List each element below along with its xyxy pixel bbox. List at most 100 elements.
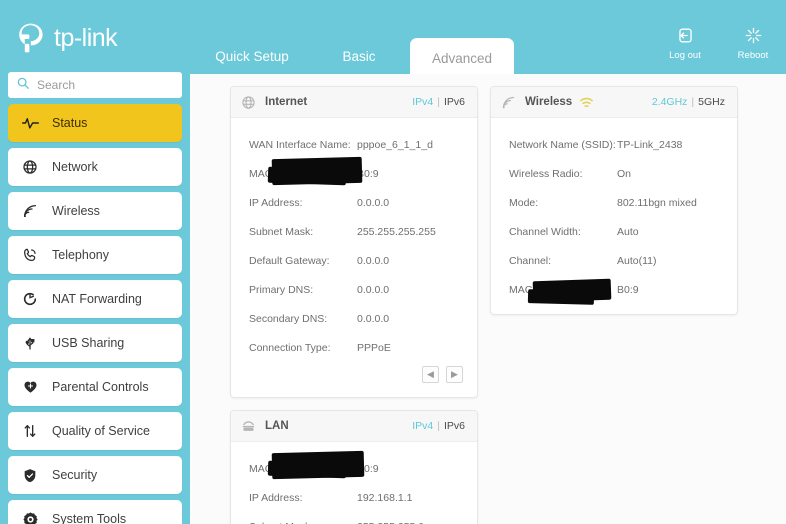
info-row: Wireless Radio: On [491, 159, 737, 188]
info-row: Connection Type: PPPoE [231, 333, 477, 362]
sidebar-item-label: Wireless [52, 204, 100, 218]
logout-icon [660, 26, 710, 48]
row-value: On [617, 167, 632, 180]
info-row: Network Name (SSID): TP-Link_2438 [491, 130, 737, 159]
status-cards-row: Internet IPv4 | IPv6 WAN Interface Name:… [230, 86, 772, 398]
globe-icon [8, 159, 52, 175]
internet-card-title: Internet [265, 96, 308, 108]
sidebar-item-wireless[interactable]: Wireless [8, 192, 182, 230]
row-label: Secondary DNS: [249, 312, 328, 325]
app-header: tp-link Quick Setup Basic Advanced Log o… [0, 0, 786, 74]
toggle-separator: | [437, 420, 440, 432]
row-value: B0:9 [617, 283, 639, 296]
sidebar-item-label: System Tools [52, 512, 127, 524]
tab-basic[interactable]: Basic [308, 49, 410, 75]
router-admin-page: tp-link Quick Setup Basic Advanced Log o… [0, 0, 786, 524]
sidebar-item-security[interactable]: Security [8, 456, 182, 494]
pulse-icon [8, 116, 52, 130]
sidebar-item-system-tools[interactable]: System Tools [8, 500, 182, 524]
redaction-mark-internet-mac-2 [267, 166, 347, 186]
wifi-icon [8, 203, 52, 219]
sidebar-item-nat-forwarding[interactable]: NAT Forwarding [8, 280, 182, 318]
info-row: Mode: 802.11bgn mixed [491, 188, 737, 217]
internet-card-header: Internet IPv4 | IPv6 [231, 87, 477, 118]
sidebar-item-label: USB Sharing [52, 336, 125, 350]
redaction-mark-lan-mac-2 [267, 460, 347, 479]
info-row: Subnet Mask: 255.255.255.0 [231, 512, 477, 524]
sidebar-item-label: Parental Controls [52, 380, 149, 394]
row-value: 0.0.0.0 [357, 196, 390, 209]
wireless-card-header: Wireless 2.4GHz | 5GHz [491, 87, 737, 118]
sidebar-item-label: Security [52, 468, 98, 482]
row-value: 0.0.0.0 [357, 283, 390, 296]
row-value: 0.0.0.0 [357, 312, 390, 325]
tab-advanced[interactable]: Advanced [410, 38, 514, 74]
wifi-icon [501, 95, 516, 110]
row-value: Auto [617, 225, 639, 238]
wireless-card-title: Wireless [525, 96, 573, 108]
internet-ip-toggle: IPv4 | IPv6 [412, 96, 465, 108]
toggle-separator: | [437, 96, 440, 108]
lan-ip-toggle: IPv4 | IPv6 [412, 420, 465, 432]
wireless-band-toggle: 2.4GHz | 5GHz [652, 96, 725, 108]
pager-prev-button[interactable]: ◀ [422, 366, 439, 383]
gear-icon [8, 511, 52, 524]
redaction-mark-wireless-mac-2 [527, 289, 595, 305]
wifi-signal-icon [579, 96, 594, 109]
internet-card-pager: ◀ ▶ [231, 362, 477, 387]
reboot-label: Reboot [737, 50, 769, 61]
info-row: Channel: Auto(11) [491, 246, 737, 275]
tp-link-logo-mark [19, 23, 43, 53]
row-label: Connection Type: [249, 341, 331, 354]
tp-link-logo: tp-link [12, 20, 118, 56]
internet-ipv6-option[interactable]: IPv6 [444, 96, 465, 108]
shield-icon [8, 467, 52, 484]
row-label: Primary DNS: [249, 283, 314, 296]
tab-quick-setup[interactable]: Quick Setup [196, 49, 308, 75]
globe-icon [241, 95, 256, 110]
lan-card-header: LAN IPv4 | IPv6 [231, 411, 477, 442]
main-tabs: Quick Setup Basic Advanced [196, 38, 514, 74]
sidebar-item-usb-sharing[interactable]: USB Sharing [8, 324, 182, 362]
logout-button[interactable]: Log out [660, 26, 710, 61]
info-row: IP Address: 0.0.0.0 [231, 188, 477, 217]
row-label: Default Gateway: [249, 254, 330, 267]
sidebar-item-label: Quality of Service [52, 424, 150, 438]
info-row: IP Address: 192.168.1.1 [231, 483, 477, 512]
row-label: Subnet Mask: [249, 521, 357, 524]
sidebar-item-network[interactable]: Network [8, 148, 182, 186]
search-box[interactable] [8, 72, 192, 98]
info-row: Secondary DNS: 0.0.0.0 [231, 304, 477, 333]
wireless-24ghz-option[interactable]: 2.4GHz [652, 96, 688, 108]
wireless-card: Wireless 2.4GHz | 5GHz Network Name (SSI… [490, 86, 738, 315]
row-value: Auto(11) [617, 254, 657, 267]
internet-card: Internet IPv4 | IPv6 WAN Interface Name:… [230, 86, 478, 398]
sidebar-item-label: Network [52, 160, 98, 174]
brand-name: tp-link [54, 23, 118, 52]
lan-ipv4-option[interactable]: IPv4 [412, 420, 433, 432]
info-row: Subnet Mask: 255.255.255.255 [231, 217, 477, 246]
sidebar-item-label: NAT Forwarding [52, 292, 142, 306]
row-value: 0.0.0.0 [357, 254, 390, 267]
reboot-button[interactable]: Reboot [728, 26, 778, 61]
row-label: Subnet Mask: [249, 225, 314, 238]
row-value: PPPoE [357, 341, 391, 354]
row-value: 802.11bgn mixed [617, 196, 697, 209]
sidebar-item-status[interactable]: Status [8, 104, 182, 142]
lan-ipv6-option[interactable]: IPv6 [444, 420, 465, 432]
internet-ipv4-option[interactable]: IPv4 [412, 96, 433, 108]
sidebar-item-telephony[interactable]: Telephony [8, 236, 182, 274]
pager-next-button[interactable]: ▶ [446, 366, 463, 383]
info-row: Channel Width: Auto [491, 217, 737, 246]
row-label: Channel Width: [509, 225, 581, 238]
row-value: 255.255.255.0 [357, 521, 424, 524]
sidebar-item-label: Status [52, 116, 88, 130]
reboot-icon [728, 26, 778, 48]
nat-icon [8, 291, 52, 307]
wireless-5ghz-option[interactable]: 5GHz [698, 96, 725, 108]
search-input[interactable] [30, 78, 192, 92]
sidebar-item-parental-controls[interactable]: Parental Controls [8, 368, 182, 406]
sidebar-item-quality-of-service[interactable]: Quality of Service [8, 412, 182, 450]
row-label: Channel: [509, 254, 552, 267]
usb-icon [8, 335, 52, 351]
